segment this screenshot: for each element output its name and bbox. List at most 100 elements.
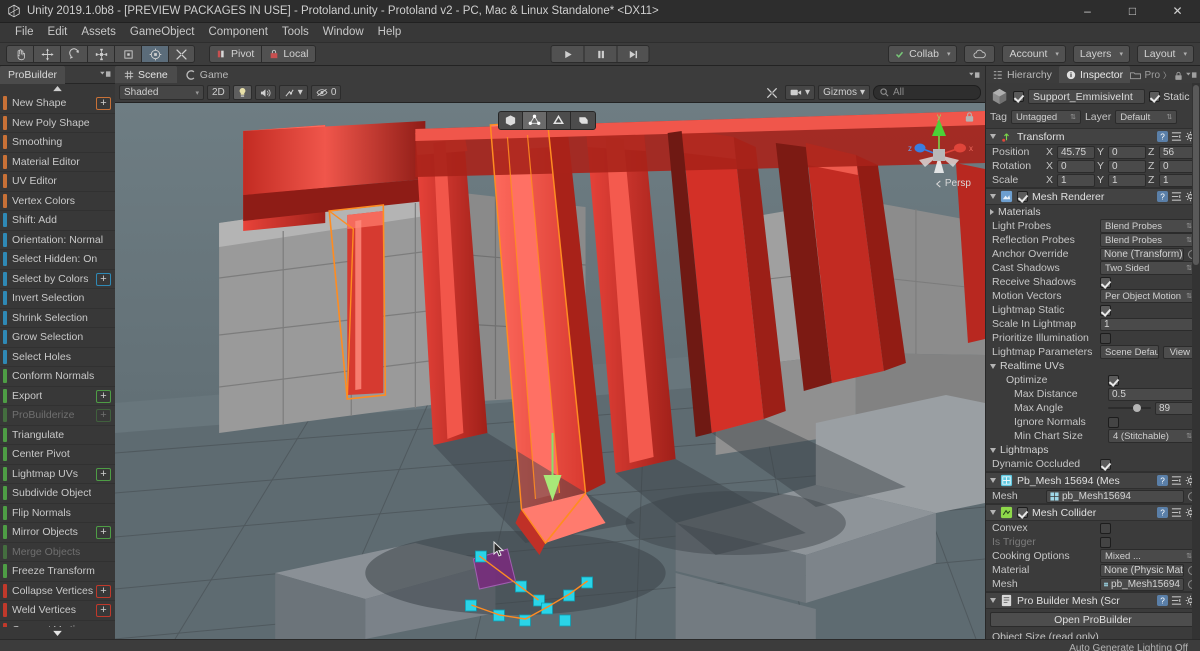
probuilder-action-flip-normals[interactable]: Flip Normals — [0, 504, 115, 523]
help-icon[interactable]: ? — [1157, 191, 1168, 202]
tab-inspector[interactable]: Inspector — [1058, 66, 1131, 83]
probuilder-action-mirror-objects[interactable]: Mirror Objects + — [0, 523, 115, 543]
close-button[interactable]: ✕ — [1155, 0, 1200, 23]
probuilder-mesh-header[interactable]: Pro Builder Mesh (Scr ? — [986, 593, 1200, 609]
probuilder-action-subdivide-object[interactable]: Subdivide Object — [0, 484, 115, 504]
tab-hierarchy[interactable]: Hierarchy — [986, 66, 1059, 83]
collapse-triangle-icon[interactable] — [990, 447, 996, 453]
help-icon[interactable]: ? — [1157, 595, 1168, 606]
draw-mode-dropdown[interactable]: Shaded ▾ — [119, 85, 204, 100]
scene-search-input[interactable]: All — [873, 85, 981, 100]
hand-tool-button[interactable] — [6, 45, 33, 63]
collapse-triangle-icon[interactable] — [990, 510, 996, 515]
rect-tool-button[interactable] — [114, 45, 141, 63]
mesh-filter-header[interactable]: Pb_Mesh 15694 (Mes ? — [986, 473, 1200, 489]
layout-button[interactable]: Layout ▾ — [1136, 45, 1194, 63]
cloud-button[interactable] — [964, 45, 996, 63]
edge-mode-button[interactable] — [547, 112, 571, 129]
probuilder-action-select-by-colors[interactable]: Select by Colors + — [0, 270, 115, 289]
probuilder-scroll-down[interactable] — [0, 627, 115, 639]
static-checkbox[interactable] — [1149, 91, 1161, 102]
scene-hidden-objects-button[interactable]: 0 — [310, 85, 342, 100]
step-button[interactable] — [616, 45, 650, 63]
scene-viewport[interactable]: y x z Persp — [115, 103, 985, 639]
probuilder-panel-menu[interactable] — [100, 70, 115, 79]
probuilder-action-freeze-transform[interactable]: Freeze Transform — [0, 562, 115, 582]
help-icon[interactable]: ? — [1157, 131, 1168, 142]
transform-scale-x-field[interactable]: 1 — [1057, 173, 1095, 187]
probuilder-action-grow-selection[interactable]: Grow Selection — [0, 328, 115, 348]
probuilder-action-conform-normals[interactable]: Conform Normals — [0, 367, 115, 387]
menu-gameobject[interactable]: GameObject — [123, 23, 202, 42]
layer-dropdown[interactable]: Default ⇅ — [1115, 110, 1178, 124]
dynamic-occluded-checkbox[interactable] — [1100, 458, 1111, 470]
max-angle-field[interactable]: 89 — [1155, 401, 1197, 415]
slider-track[interactable] — [1108, 404, 1151, 412]
probuilder-action-options-button[interactable]: + — [96, 272, 111, 286]
lightmap-parameters-dropdown[interactable]: Scene Default⇅ — [1100, 345, 1159, 359]
min-chart-size-dropdown[interactable]: 4 (Stitchable) ⇅ — [1108, 429, 1197, 443]
probuilder-action-select-hidden-on[interactable]: Select Hidden: On — [0, 250, 115, 270]
max-angle-slider[interactable]: 89 — [1108, 401, 1197, 415]
scale-in-lightmap-field[interactable]: 1 — [1100, 317, 1197, 331]
probuilder-action-connect-vertices[interactable]: Connect Vertices — [0, 621, 115, 627]
inspector-scroll-thumb[interactable] — [1193, 85, 1199, 265]
gizmos-dropdown[interactable]: Gizmos ▾ — [818, 85, 870, 100]
realtime-uvs-section[interactable]: Realtime UVs — [986, 359, 1200, 373]
collapse-triangle-icon[interactable] — [990, 134, 996, 139]
play-button[interactable] — [550, 45, 584, 63]
cooking-options-dropdown[interactable]: Mixed ... ⇅ — [1100, 549, 1197, 563]
collapse-triangle-icon[interactable] — [990, 363, 996, 369]
preset-icon[interactable] — [1171, 475, 1182, 486]
scene-projection-label[interactable]: Persp — [935, 178, 971, 189]
lightmaps-section[interactable]: Lightmaps — [986, 443, 1200, 457]
transform-rotation-y-field[interactable]: 0 — [1108, 159, 1146, 173]
face-mode-button[interactable] — [571, 112, 595, 129]
collapse-triangle-icon[interactable] — [990, 478, 996, 483]
receive-shadows-checkbox[interactable] — [1100, 276, 1111, 288]
convex-checkbox[interactable] — [1100, 522, 1111, 534]
layers-button[interactable]: Layers ▾ — [1072, 45, 1130, 63]
open-probuilder-button[interactable]: Open ProBuilder — [990, 612, 1196, 627]
lock-icon[interactable] — [1174, 71, 1183, 81]
probuilder-action-triangulate[interactable]: Triangulate — [0, 426, 115, 445]
probuilder-action-smoothing[interactable]: Smoothing — [0, 133, 115, 153]
cast-shadows-dropdown[interactable]: Two Sided ⇅ — [1100, 261, 1197, 275]
collab-button[interactable]: Collab ▾ — [888, 45, 958, 63]
menu-assets[interactable]: Assets — [74, 23, 123, 42]
tab-game[interactable]: Game — [177, 66, 238, 83]
mesh-renderer-header[interactable]: Mesh Renderer ? — [986, 189, 1200, 205]
transform-header[interactable]: Transform ? — [986, 129, 1200, 145]
transform-tool-button[interactable] — [141, 45, 168, 63]
probuilder-action-select-holes[interactable]: Select Holes — [0, 348, 115, 367]
panel-menu-icon[interactable] — [1186, 71, 1197, 80]
probuilder-action-options-button[interactable]: + — [96, 97, 111, 110]
slider-knob[interactable] — [1132, 404, 1141, 412]
prioritize-illumination-checkbox[interactable] — [1100, 332, 1111, 344]
object-name-field[interactable]: Support_EmmisiveInt — [1028, 89, 1146, 104]
mesh-object-field[interactable]: pb_Mesh15694 — [1046, 489, 1184, 503]
probuilder-action-invert-selection[interactable]: Invert Selection — [0, 289, 115, 309]
preset-icon[interactable] — [1171, 595, 1182, 606]
preset-icon[interactable] — [1171, 191, 1182, 202]
menu-edit[interactable]: Edit — [41, 23, 75, 42]
probuilder-action-material-editor[interactable]: Material Editor — [0, 153, 115, 172]
transform-scale-y-field[interactable]: 1 — [1108, 173, 1146, 187]
probuilder-action-orientation-normal[interactable]: Orientation: Normal — [0, 231, 115, 250]
probuilder-action-export[interactable]: Export + — [0, 387, 115, 406]
lightmap-static-checkbox[interactable] — [1100, 304, 1111, 316]
mesh-renderer-enabled-checkbox[interactable] — [1017, 191, 1028, 202]
mesh-collider-enabled-checkbox[interactable] — [1017, 507, 1028, 518]
tag-dropdown[interactable]: Untagged ⇅ — [1010, 110, 1081, 124]
help-icon[interactable]: ? — [1157, 507, 1168, 518]
max-distance-field[interactable]: 0.5 — [1108, 387, 1197, 401]
material-field[interactable]: None (Physic Mate — [1100, 563, 1184, 577]
scene-audio-toggle[interactable] — [254, 85, 276, 100]
materials-section[interactable]: Materials — [986, 205, 1200, 219]
transform-position-y-field[interactable]: 0 — [1108, 145, 1146, 159]
probuilder-action-new-shape[interactable]: New Shape + — [0, 94, 115, 114]
expand-triangle-icon[interactable] — [990, 209, 994, 215]
move-tool-button[interactable] — [33, 45, 60, 63]
probuilder-action-options-button[interactable]: + — [96, 467, 111, 481]
menu-help[interactable]: Help — [371, 23, 409, 42]
